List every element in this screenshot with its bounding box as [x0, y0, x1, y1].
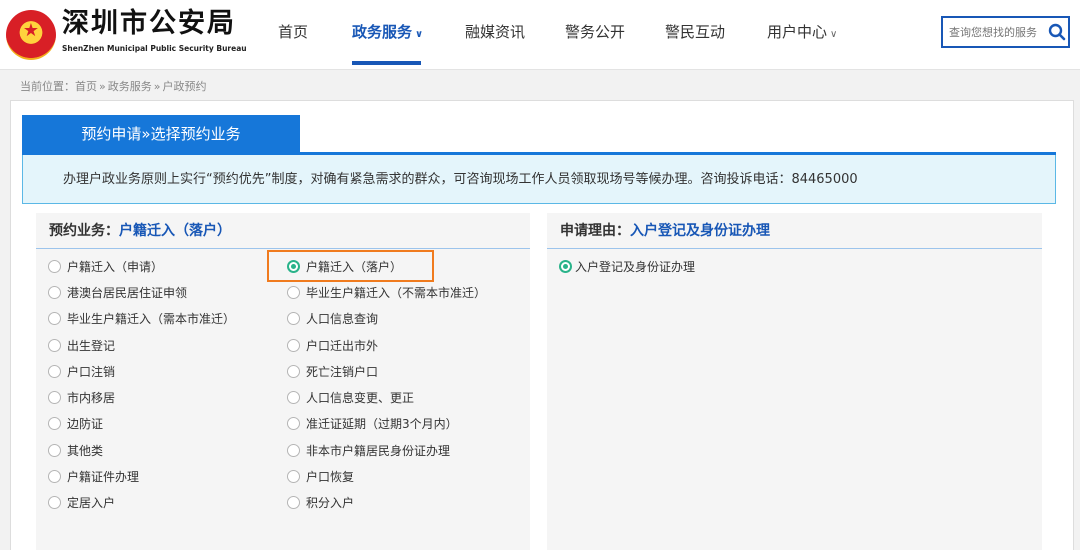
radio-button[interactable]	[287, 470, 300, 483]
radio-option-business[interactable]: 户口恢复	[287, 468, 354, 486]
nav-label: 融媒资讯	[465, 23, 526, 41]
radio-option-business[interactable]: 出生登记	[48, 337, 115, 355]
nav-item-user-center[interactable]: 用户中心 ∨	[767, 22, 837, 45]
option-label: 户口迁出市外	[306, 339, 379, 353]
active-nav-indicator	[352, 61, 421, 65]
radio-option-business[interactable]: 人口信息查询	[287, 310, 378, 328]
reason-heading-label: 申请理由：	[560, 223, 630, 239]
search-icon[interactable]	[1047, 22, 1067, 42]
option-label: 户籍迁入（申请）	[67, 260, 164, 274]
radio-button[interactable]	[48, 391, 61, 404]
chevron-down-icon: ∨	[830, 29, 838, 40]
radio-button[interactable]	[287, 339, 300, 352]
nav-item-government-services[interactable]: 政务服务 ∨	[352, 22, 423, 45]
radio-option-business[interactable]: 毕业生户籍迁入（需本市准迁）	[48, 310, 235, 328]
option-label: 人口信息变更、更正	[306, 391, 415, 405]
site-header: ★ 深圳市公安局 ShenZhen Municipal Public Secur…	[0, 0, 1080, 70]
radio-button[interactable]	[287, 417, 300, 430]
radio-button[interactable]	[48, 470, 61, 483]
tab-appointment-select-business[interactable]: 预约申请»选择预约业务	[22, 115, 300, 153]
radio-button[interactable]	[287, 286, 300, 299]
site-subtitle: ShenZhen Municipal Public Security Burea…	[62, 44, 247, 53]
business-heading-label: 预约业务：	[49, 223, 119, 239]
radio-button[interactable]	[48, 417, 61, 430]
option-label: 毕业生户籍迁入（需本市准迁）	[67, 312, 236, 326]
breadcrumb-item-home[interactable]: 首页	[75, 80, 97, 93]
search-box	[941, 16, 1070, 48]
radio-option-business[interactable]: 毕业生户籍迁入（不需本市准迁）	[287, 284, 486, 302]
option-label: 积分入户	[306, 496, 355, 510]
option-label: 入户登记及身份证办理	[575, 260, 696, 274]
radio-button[interactable]	[48, 365, 61, 378]
nav-item-police-public-interaction[interactable]: 警民互动	[665, 22, 725, 42]
option-label: 边防证	[67, 417, 104, 431]
nav-label: 政务服务	[352, 23, 413, 41]
option-label: 准迁证延期（过期3个月内）	[306, 417, 458, 431]
breadcrumb-item-government-services[interactable]: 政务服务	[108, 80, 152, 93]
reason-heading-value: 入户登记及身份证办理	[630, 223, 770, 239]
breadcrumb-item-household-appointment[interactable]: 户政预约	[162, 80, 206, 93]
site-title[interactable]: 深圳市公安局	[62, 8, 236, 40]
notice-banner: 办理户政业务原则上实行“预约优先”制度，对确有紧急需求的群众，可咨询现场工作人员…	[22, 155, 1056, 204]
radio-option-business[interactable]: 定居入户	[48, 494, 115, 512]
radio-button[interactable]	[287, 444, 300, 457]
reason-heading: 申请理由：入户登记及身份证办理	[547, 213, 1042, 249]
radio-option-business[interactable]: 市内移居	[48, 389, 115, 407]
radio-button[interactable]	[48, 312, 61, 325]
option-label: 人口信息查询	[306, 312, 379, 326]
radio-option-business[interactable]: 港澳台居民居住证申领	[48, 284, 187, 302]
selection-highlight-box	[267, 250, 434, 282]
business-heading-value: 户籍迁入（落户）	[119, 223, 231, 239]
radio-button[interactable]	[48, 260, 61, 273]
radio-option-business[interactable]: 户口注销	[48, 363, 115, 381]
radio-button[interactable]	[287, 312, 300, 325]
option-label: 定居入户	[67, 496, 116, 510]
nav-label: 警民互动	[665, 23, 726, 41]
nav-item-police-disclosure[interactable]: 警务公开	[565, 22, 625, 42]
radio-option-business[interactable]: 户籍证件办理	[48, 468, 139, 486]
option-label: 港澳台居民居住证申领	[67, 286, 188, 300]
search-input[interactable]	[949, 23, 1045, 41]
radio-button[interactable]	[48, 286, 61, 299]
radio-button[interactable]	[48, 339, 61, 352]
business-heading: 预约业务：户籍迁入（落户）	[36, 213, 530, 249]
option-label: 市内移居	[67, 391, 116, 405]
police-emblem-icon[interactable]: ★	[6, 10, 56, 60]
nav-item-home[interactable]: 首页	[278, 22, 308, 42]
option-label: 毕业生户籍迁入（不需本市准迁）	[306, 286, 487, 300]
radio-option-business[interactable]: 积分入户	[287, 494, 354, 512]
breadcrumb-prefix: 当前位置：	[20, 80, 75, 93]
chevron-down-icon: ∨	[415, 29, 424, 40]
nav-label: 警务公开	[565, 23, 626, 41]
radio-button[interactable]	[287, 391, 300, 404]
radio-option-business[interactable]: 其他类	[48, 442, 103, 460]
nav-item-media-news[interactable]: 融媒资讯	[465, 22, 525, 42]
radio-option-business[interactable]: 户籍迁入（申请）	[48, 258, 163, 276]
option-label: 户口恢复	[306, 470, 355, 484]
breadcrumb-separator: »	[153, 80, 161, 93]
option-label: 其他类	[67, 444, 104, 458]
nav-label: 用户中心	[767, 23, 828, 41]
radio-option-business[interactable]: 人口信息变更、更正	[287, 389, 414, 407]
radio-option-business[interactable]: 户口迁出市外	[287, 337, 378, 355]
radio-option-business[interactable]: 死亡注销户口	[287, 363, 378, 381]
breadcrumb-separator: »	[99, 80, 106, 93]
option-label: 户籍证件办理	[67, 470, 140, 484]
radio-button-checked[interactable]	[559, 260, 572, 273]
nav-label: 首页	[278, 23, 309, 41]
radio-option-business[interactable]: 准迁证延期（过期3个月内）	[287, 415, 458, 433]
radio-option-business[interactable]: 非本市户籍居民身份证办理	[287, 442, 450, 460]
option-label: 出生登记	[67, 339, 116, 353]
radio-button[interactable]	[287, 496, 300, 509]
radio-button[interactable]	[48, 496, 61, 509]
option-label: 非本市户籍居民身份证办理	[306, 444, 451, 458]
option-label: 户口注销	[67, 365, 116, 379]
option-label: 死亡注销户口	[306, 365, 379, 379]
breadcrumb: 当前位置：首页» 政务服务» 户政预约	[20, 80, 206, 94]
radio-button[interactable]	[287, 365, 300, 378]
radio-option-reason-selected[interactable]: 入户登记及身份证办理	[559, 258, 695, 276]
radio-button[interactable]	[48, 444, 61, 457]
radio-option-business[interactable]: 边防证	[48, 415, 103, 433]
